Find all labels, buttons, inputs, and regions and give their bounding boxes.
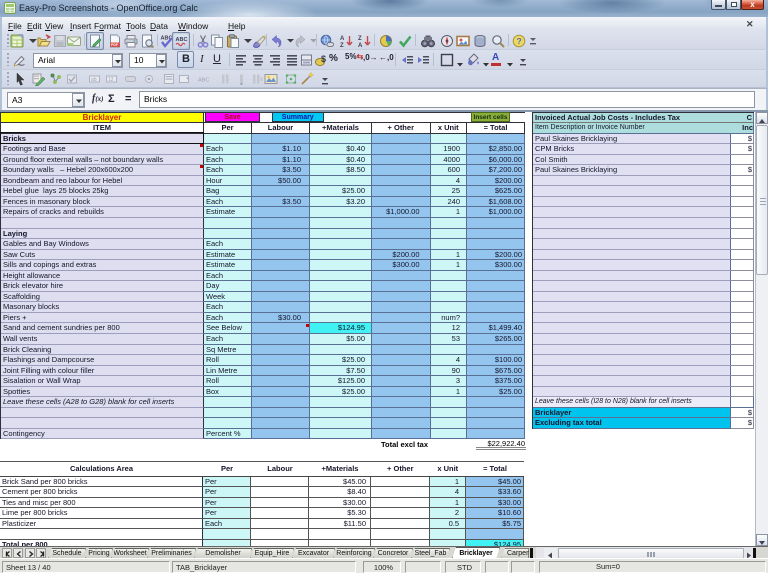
svg-text:ab: ab — [91, 77, 97, 83]
svg-text:12: 12 — [108, 77, 114, 83]
svg-text:Z: Z — [358, 36, 362, 42]
svg-text:PDF: PDF — [111, 43, 119, 47]
svg-text:A: A — [340, 36, 345, 42]
svg-text:?: ? — [517, 36, 522, 46]
svg-text:ABC: ABC — [198, 78, 209, 84]
svg-text:$: $ — [321, 54, 326, 64]
svg-text:Z: Z — [340, 43, 344, 48]
svg-text:A: A — [358, 43, 363, 48]
svg-text:ABC: ABC — [176, 37, 188, 43]
